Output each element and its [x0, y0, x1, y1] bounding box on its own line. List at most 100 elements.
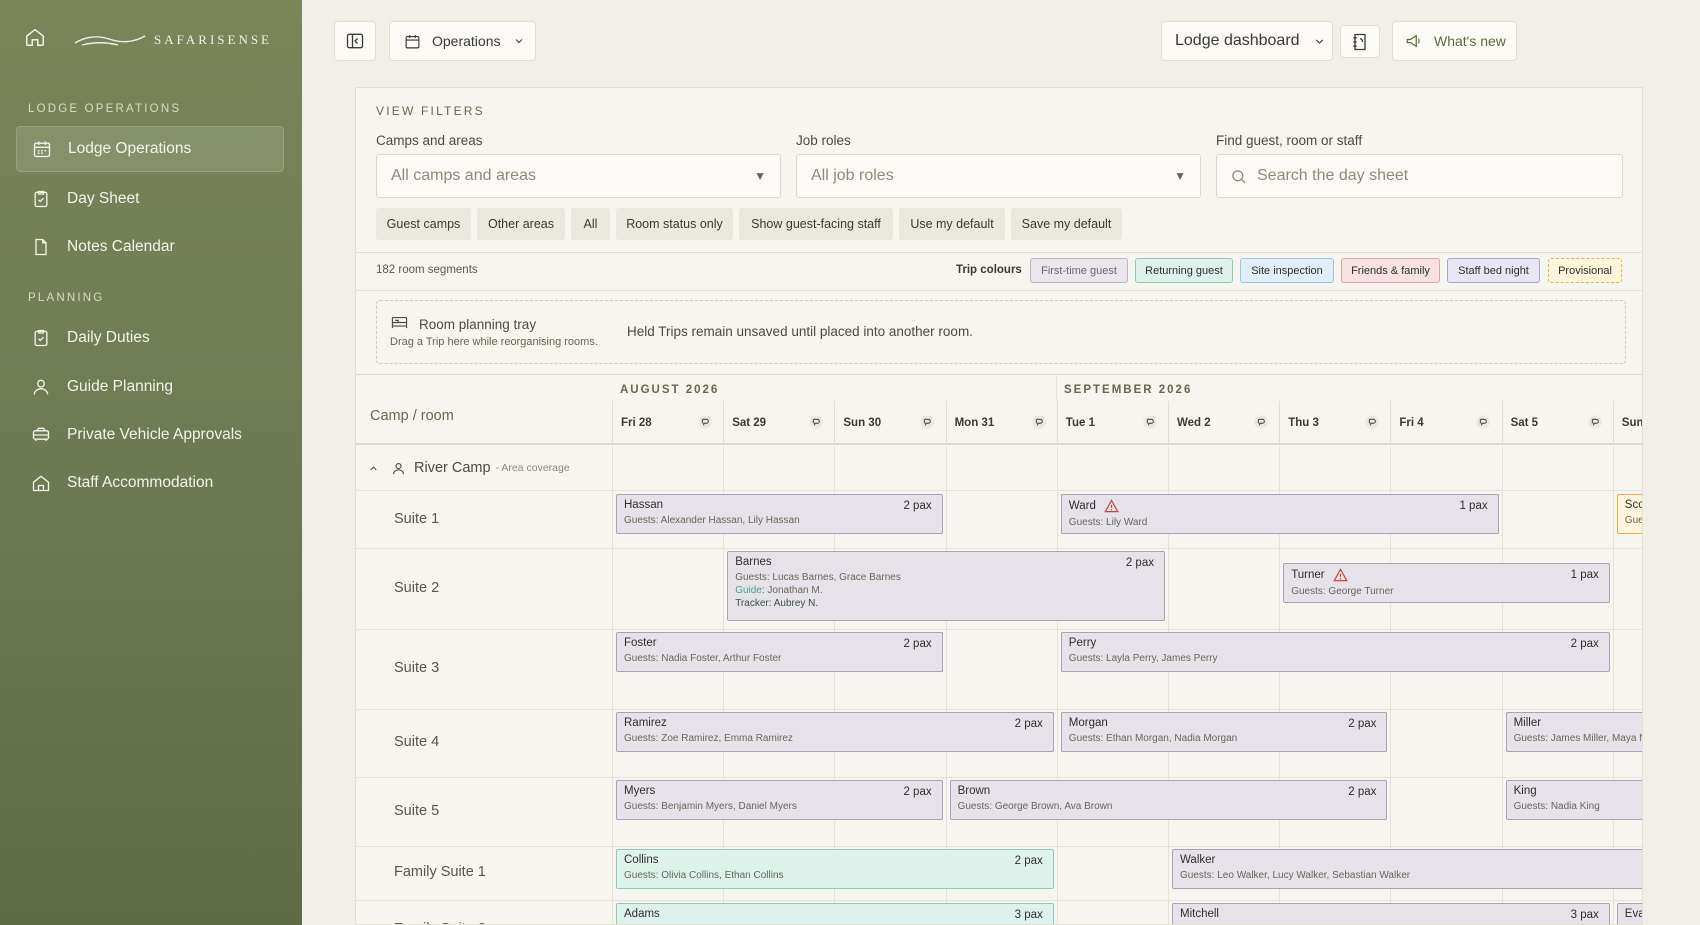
chip-save-my-default[interactable]: Save my default [1011, 208, 1122, 240]
day-notes-icon[interactable] [1142, 414, 1158, 430]
booking-block[interactable]: Ramirez 2 pax Guests: Zoe Ramirez, Emma Ra… [616, 712, 1054, 752]
module-selector[interactable]: Operations [389, 21, 536, 61]
booking-guests: Guests: Lucas Barnes, Grace Barnes [735, 572, 901, 583]
room-label[interactable]: Suite 5 [394, 803, 439, 819]
room-label[interactable]: Suite 3 [394, 660, 439, 676]
room-label[interactable]: Suite 2 [394, 580, 439, 596]
camp-row-river-camp[interactable]: River Camp - Area coverage [356, 447, 1642, 490]
day-notes-icon[interactable] [1475, 414, 1491, 430]
booking-block[interactable]: Walker Guests: Leo Walker, Lucy Walker, S… [1172, 849, 1642, 889]
day-header[interactable]: Tue 1 [1056, 401, 1168, 445]
booking-name-text: King [1513, 785, 1537, 797]
room-label[interactable]: Suite 4 [394, 734, 439, 750]
booking-block[interactable]: Miller Guests: James Miller, Maya N [1505, 712, 1642, 752]
caret-down-icon: ▼ [1174, 169, 1186, 183]
home-icon[interactable] [24, 26, 46, 53]
booking-block[interactable]: Hassan 2 pax Guests: Alexander Hassan, Lil… [616, 494, 943, 534]
booking-block[interactable]: Myers 2 pax Guests: Benjamin Myers, Daniel… [616, 780, 943, 820]
booking-block[interactable]: Adams 3 pax [616, 903, 1054, 924]
day-notes-icon[interactable] [697, 414, 713, 430]
booking-block[interactable]: Morgan 2 pax Guests: Ethan Morgan, Nadia M… [1060, 712, 1388, 752]
sidebar-item-private-vehicle-approvals[interactable]: Private Vehicle Approvals [16, 412, 284, 458]
month-august: AUGUST 2026 [620, 384, 720, 396]
booking-block[interactable]: Mitchell 3 pax [1172, 903, 1610, 924]
chip-show-guest-facing-staff[interactable]: Show guest-facing staff [739, 208, 893, 240]
day-notes-icon[interactable] [1364, 414, 1380, 430]
booking-block[interactable]: Brown 2 pax Guests: George Brown, Ava Brow… [949, 780, 1388, 820]
day-notes-icon[interactable] [808, 414, 824, 430]
sidebar-item-label: Lodge Operations [68, 140, 192, 157]
sidebar-toggle-icon [346, 33, 364, 49]
booking-block[interactable]: Sco Gue [1616, 494, 1642, 534]
booking-block[interactable]: Perry 2 pax Guests: Layla Perry, James Per… [1060, 632, 1610, 672]
day-header[interactable]: Wed 2 [1168, 401, 1279, 445]
room-label[interactable]: Suite 1 [394, 511, 439, 527]
sidebar-item-notes-calendar[interactable]: Notes Calendar [16, 224, 284, 270]
sidebar-item-staff-accommodation[interactable]: Staff Accommodation [16, 460, 284, 506]
camps-select[interactable]: All camps and areas ▼ [376, 154, 781, 198]
sidebar-item-label: Staff Accommodation [67, 474, 214, 491]
warning-icon[interactable] [1332, 568, 1348, 582]
day-label: Fri 4 [1399, 417, 1424, 429]
day-header[interactable]: Fri 28 [612, 401, 723, 445]
day-header[interactable]: Sat 29 [723, 401, 834, 445]
day-header[interactable]: Sat 5 [1501, 401, 1613, 445]
booking-name: Myers [624, 785, 935, 797]
calendar-icon [33, 141, 51, 158]
booking-guests: Guests: Zoe Ramirez, Emma Ramirez [624, 733, 793, 744]
notebook-icon [1353, 33, 1366, 50]
day-header[interactable]: Thu 3 [1279, 401, 1390, 445]
bed-icon [391, 316, 408, 329]
day-header[interactable]: Sun 30 [834, 401, 945, 445]
day-notes-icon[interactable] [919, 414, 935, 430]
view-filters-title: VIEW FILTERS [376, 104, 485, 118]
room-label[interactable]: Family Suite 1 [394, 864, 486, 880]
booking-name: Foster [624, 637, 935, 649]
whats-new-button[interactable]: What's new [1392, 21, 1517, 61]
divider [356, 374, 1642, 375]
chip-other-areas[interactable]: Other areas [477, 208, 565, 240]
sidebar-item-lodge-operations[interactable]: Lodge Operations [16, 126, 284, 172]
sidebar-item-day-sheet[interactable]: Day Sheet [16, 176, 284, 222]
notebook-button[interactable] [1340, 25, 1380, 58]
warning-icon[interactable] [1104, 499, 1119, 513]
dashboard-selector[interactable]: Lodge dashboard [1161, 21, 1333, 61]
chip-use-my-default[interactable]: Use my default [899, 208, 1005, 240]
roles-select[interactable]: All job roles ▼ [796, 154, 1201, 198]
day-label: Sun [1621, 417, 1643, 429]
sidebar-item-guide-planning[interactable]: Guide Planning [16, 364, 284, 410]
booking-block[interactable]: King Guests: Nadia King [1505, 780, 1642, 820]
room-planning-tray[interactable]: Room planning tray Drag a Trip here whil… [376, 300, 1626, 364]
booking-block[interactable]: Foster 2 pax Guests: Nadia Foster, Arthur … [616, 632, 943, 672]
search-input[interactable]: Search the day sheet [1216, 154, 1623, 198]
day-label: Sat 29 [732, 417, 767, 429]
room-label[interactable]: Family Suite 2 [394, 921, 486, 924]
booking-block[interactable]: Eva [1616, 903, 1642, 924]
booking-name: Collins [624, 854, 1046, 866]
chip-all[interactable]: All [571, 208, 610, 240]
day-header[interactable]: Fri 4 [1390, 401, 1501, 445]
section-planning: PLANNING [28, 292, 105, 304]
chip-room-status-only[interactable]: Room status only [616, 208, 733, 240]
booking-pax: 2 pax [903, 786, 932, 798]
booking-guests: Guests: George Turner [1291, 586, 1394, 597]
sidebar-item-daily-duties[interactable]: Daily Duties [16, 315, 284, 361]
booking-block[interactable]: Turner 1 pax Guests: George Turner [1283, 563, 1610, 603]
day-label: Sun 30 [843, 417, 882, 429]
day-label: Mon 31 [954, 417, 995, 429]
roles-value: All job roles [811, 167, 894, 184]
booking-pax: 1 pax [1459, 500, 1488, 512]
day-header[interactable]: Mon 31 [945, 401, 1057, 445]
calendar-icon [405, 34, 420, 48]
day-notes-icon[interactable] [1587, 414, 1603, 430]
booking-block[interactable]: Barnes 2 pax Guests: Lucas Barnes, Grace B… [727, 551, 1165, 621]
day-notes-icon[interactable] [1253, 414, 1269, 430]
chip-guest-camps[interactable]: Guest camps [376, 208, 471, 240]
day-notes-icon[interactable] [1031, 414, 1047, 430]
collapse-sidebar-button[interactable] [334, 21, 376, 61]
booking-block[interactable]: Ward 1 pax Guests: Lily Ward [1060, 494, 1499, 534]
booking-block[interactable]: Collins 2 pax Guests: Olivia Collins, Etha… [616, 849, 1054, 889]
day-header[interactable]: Sun [1612, 401, 1643, 445]
day-label: Fri 28 [621, 417, 652, 429]
booking-name-text: Adams [624, 908, 660, 920]
